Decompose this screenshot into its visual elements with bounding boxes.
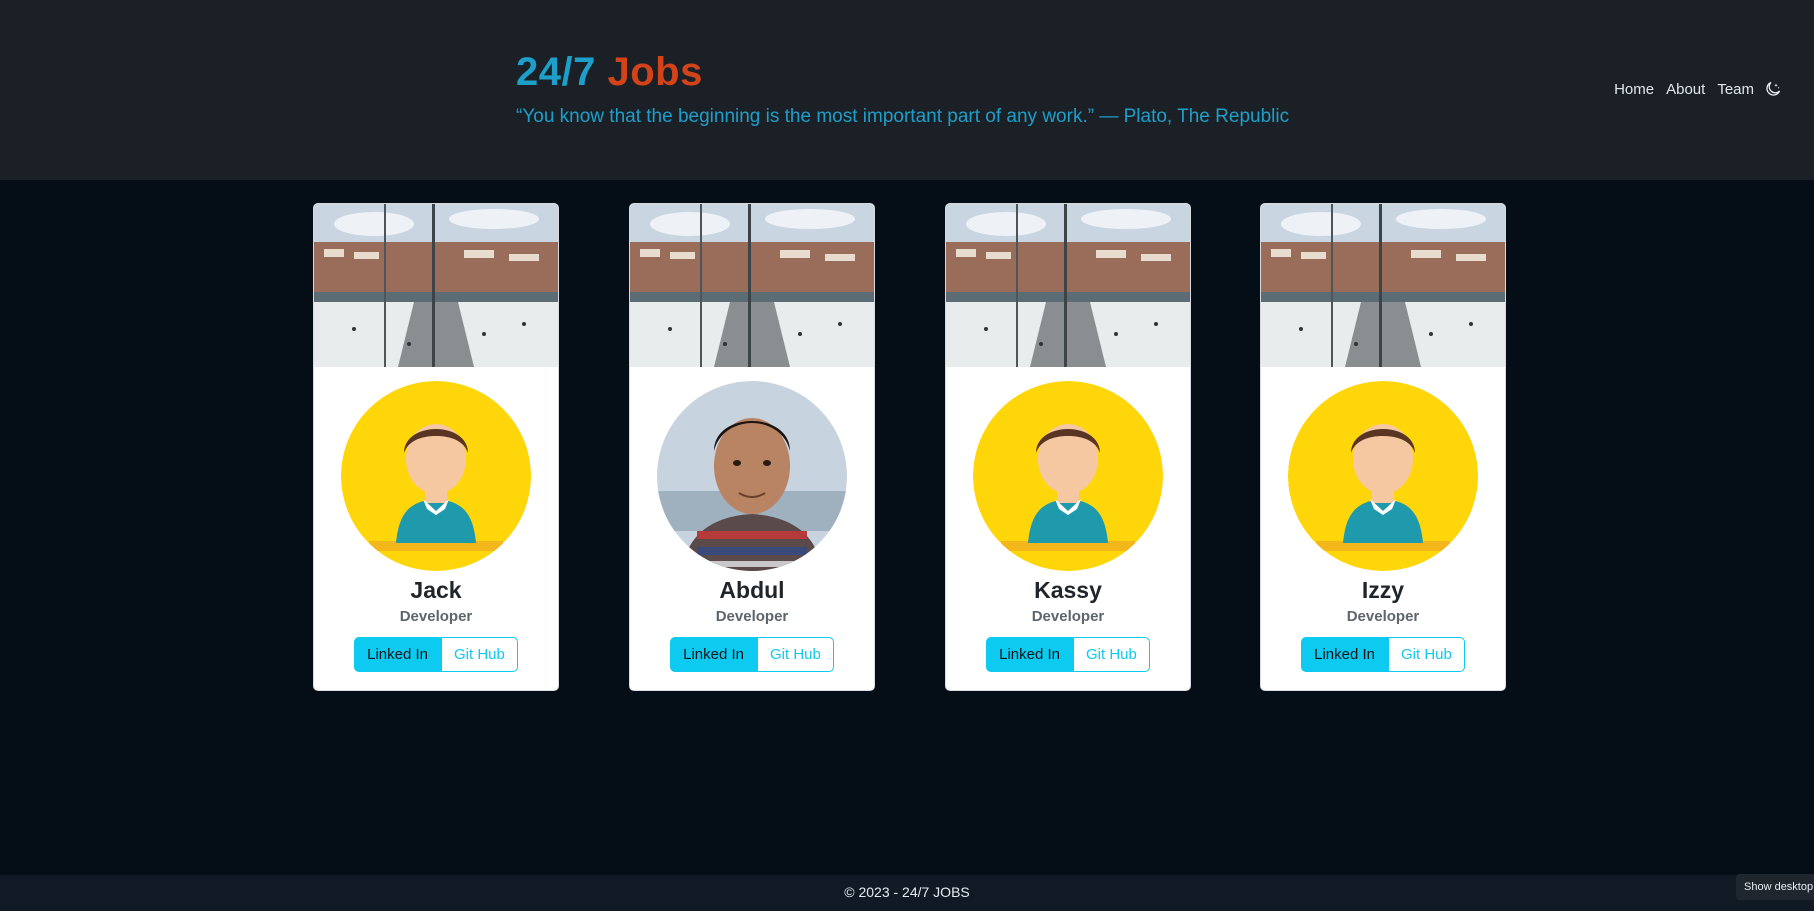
member-name: Kassy <box>1034 577 1102 603</box>
linkedin-button[interactable]: Linked In <box>354 637 442 672</box>
member-role: Developer <box>715 608 789 625</box>
member-role: Developer <box>1346 608 1420 625</box>
card-banner-image <box>1261 204 1505 367</box>
cartoon-avatar <box>973 381 1163 571</box>
social-buttons: Linked In Git Hub <box>630 637 874 672</box>
member-name: Izzy <box>1361 577 1405 603</box>
team-section: Jack Developer Linked In Git Hub Abdul D… <box>0 180 1814 875</box>
header-quote: “You know that the beginning is the most… <box>516 106 1290 127</box>
moon-stars-icon[interactable] <box>1762 78 1784 100</box>
social-buttons: Linked In Git Hub <box>1261 637 1505 672</box>
site-footer: © 2023 - 24/7 JOBS <box>0 875 1814 911</box>
cartoon-avatar <box>341 381 531 571</box>
member-name: Jack <box>410 577 462 603</box>
cartoon-avatar <box>1288 381 1478 571</box>
github-button[interactable]: Git Hub <box>1073 637 1150 672</box>
show-desktop-button[interactable]: Show desktop <box>1736 874 1814 900</box>
github-button[interactable]: Git Hub <box>757 637 834 672</box>
brand-part-2: Jobs <box>607 50 703 94</box>
nav-about-link[interactable]: About <box>1660 81 1711 98</box>
member-role: Developer <box>1031 608 1105 625</box>
brand-title[interactable]: 24/7 Jobs <box>516 50 703 95</box>
member-role: Developer <box>399 608 473 625</box>
brand-part-1: 24/7 <box>516 50 596 94</box>
nav-home-link[interactable]: Home <box>1608 81 1660 98</box>
card-banner-image <box>630 204 874 367</box>
team-card: Kassy Developer Linked In Git Hub <box>945 203 1191 691</box>
team-card: Izzy Developer Linked In Git Hub <box>1260 203 1506 691</box>
main-nav: Home About Team <box>1608 78 1784 100</box>
member-name: Abdul <box>719 577 785 603</box>
social-buttons: Linked In Git Hub <box>946 637 1190 672</box>
linkedin-button[interactable]: Linked In <box>670 637 758 672</box>
github-button[interactable]: Git Hub <box>1388 637 1465 672</box>
photo-avatar <box>657 381 847 571</box>
footer-copyright: © 2023 - 24/7 JOBS <box>844 884 970 900</box>
team-card: Abdul Developer Linked In Git Hub <box>629 203 875 691</box>
site-header: 24/7 Jobs “You know that the beginning i… <box>0 0 1814 180</box>
card-banner-image <box>946 204 1190 367</box>
linkedin-button[interactable]: Linked In <box>1301 637 1389 672</box>
github-button[interactable]: Git Hub <box>441 637 518 672</box>
social-buttons: Linked In Git Hub <box>314 637 558 672</box>
card-banner-image <box>314 204 558 367</box>
linkedin-button[interactable]: Linked In <box>986 637 1074 672</box>
nav-team-link[interactable]: Team <box>1711 81 1760 98</box>
team-card: Jack Developer Linked In Git Hub <box>313 203 559 691</box>
